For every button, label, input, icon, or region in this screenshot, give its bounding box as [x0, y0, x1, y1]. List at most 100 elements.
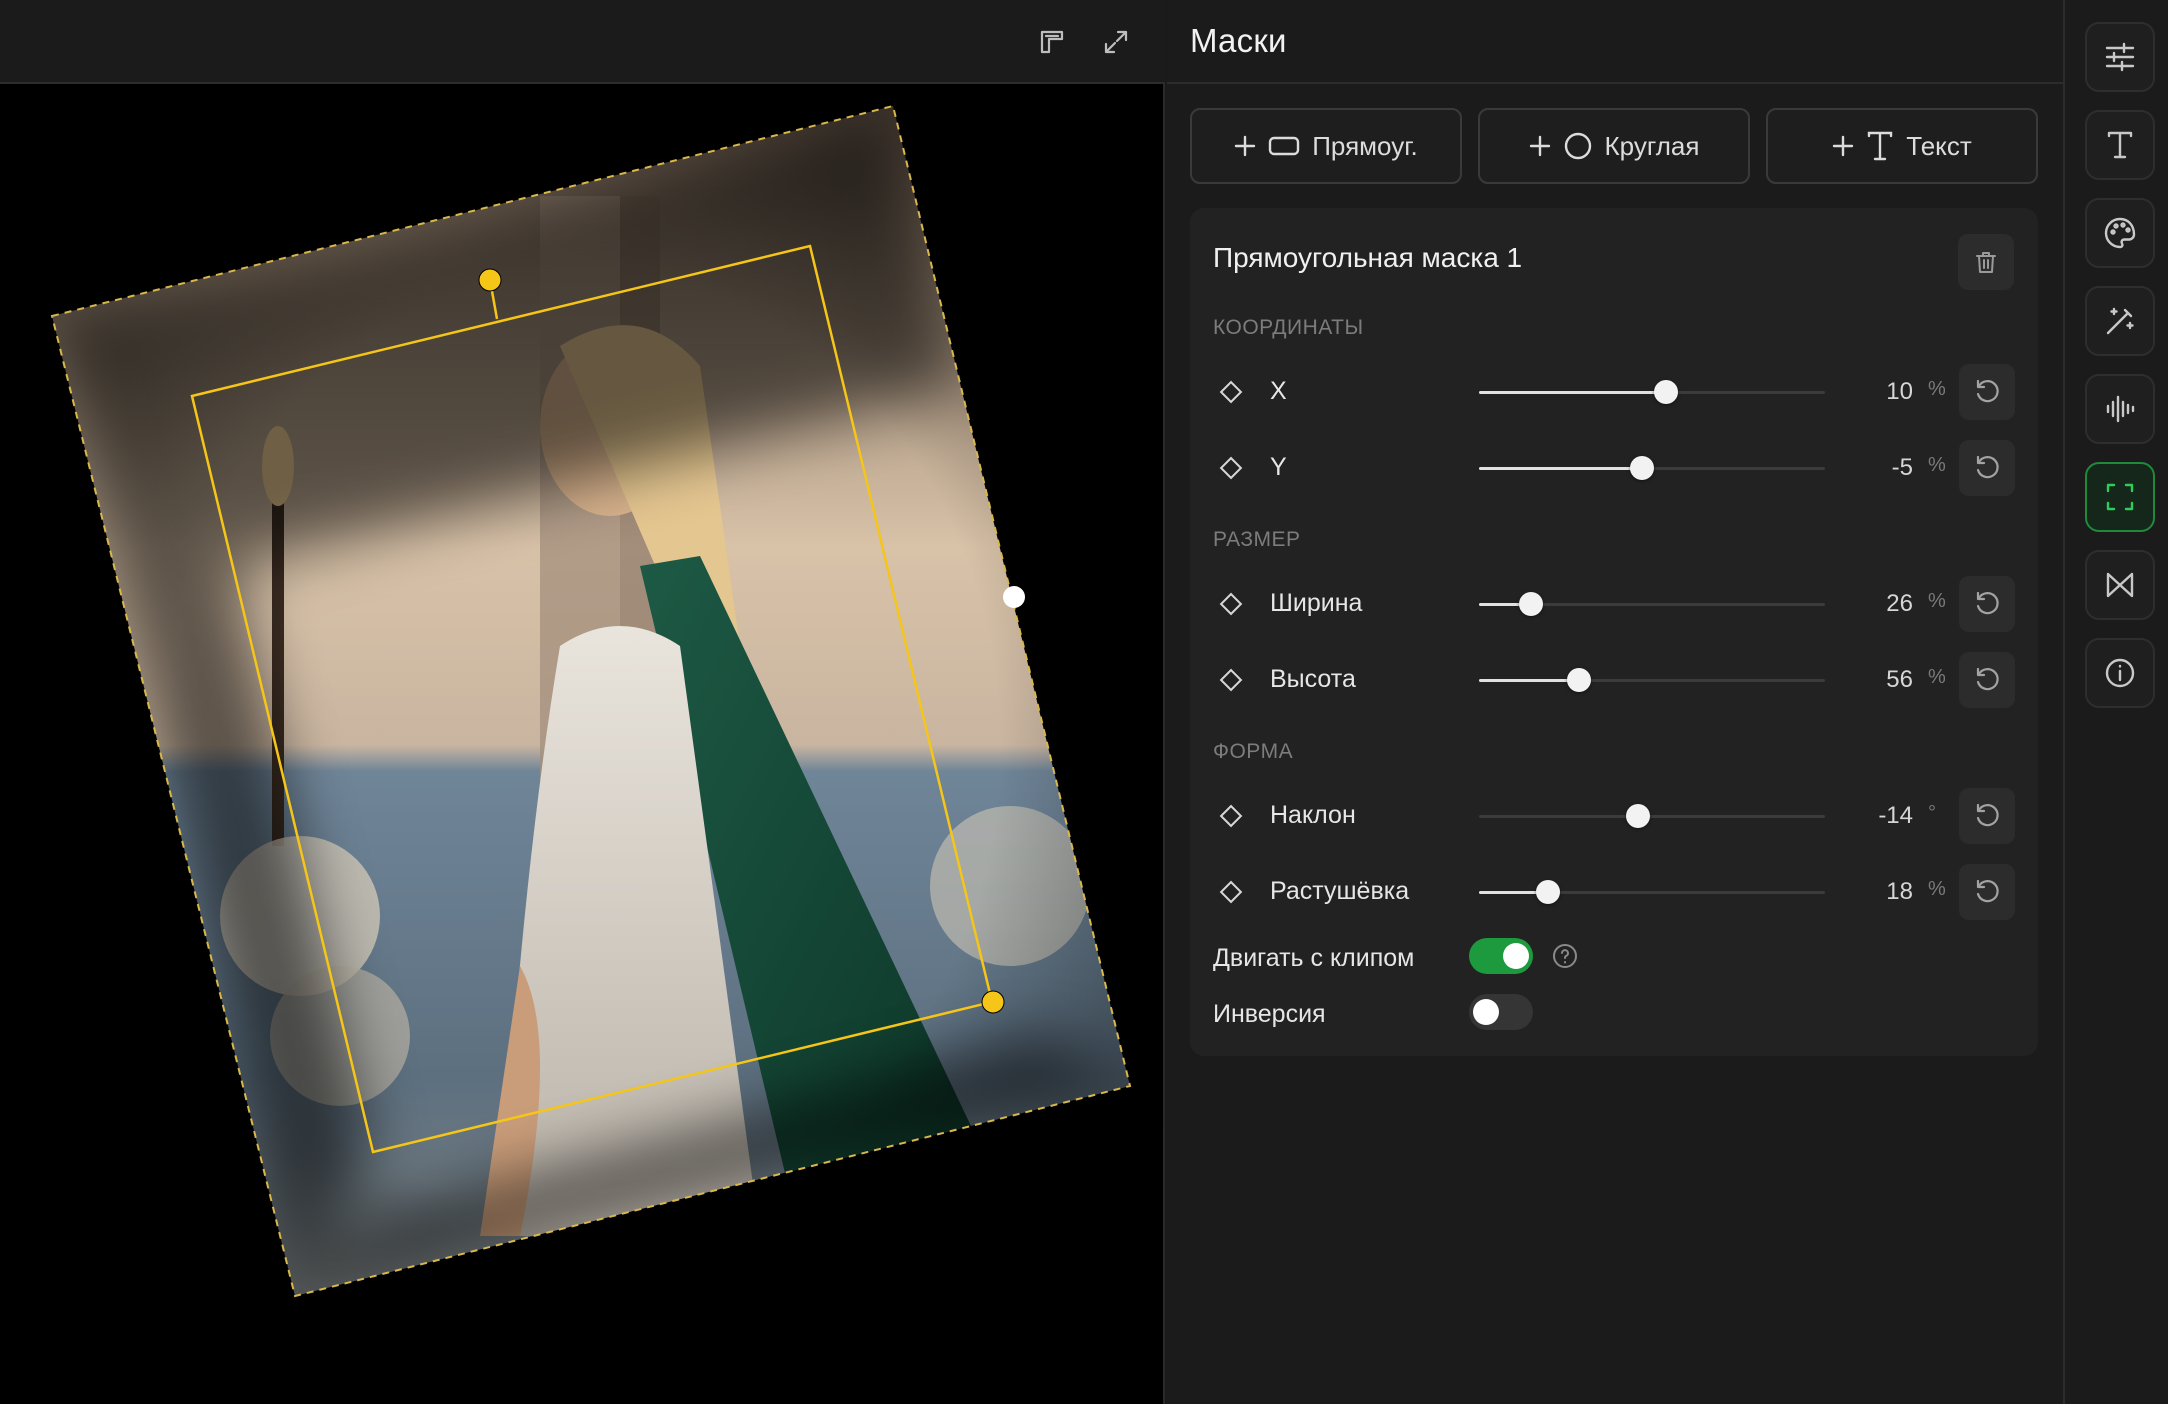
info-icon	[2105, 658, 2135, 688]
panel-title: Маски	[1190, 22, 1287, 59]
param-height-value[interactable]: 56	[1886, 666, 1913, 694]
text-tool-icon	[2107, 131, 2133, 159]
x-slider-thumb[interactable]	[1653, 380, 1678, 404]
preview-area	[0, 0, 1165, 1404]
text-tool-button[interactable]	[2085, 110, 2155, 180]
param-width-value[interactable]: 26	[1886, 590, 1913, 618]
param-feather-label: Растушёвка	[1270, 877, 1410, 905]
param-y-value[interactable]: -5	[1892, 454, 1913, 482]
keyframe-tilt-button[interactable]	[1219, 804, 1243, 828]
width-slider-thumb[interactable]	[1518, 592, 1543, 616]
trash-icon	[1976, 252, 1996, 273]
mask-tool-button[interactable]	[2085, 462, 2155, 532]
add-circle-mask-button[interactable]: Круглая	[1478, 108, 1750, 184]
circle-icon	[1564, 132, 1591, 160]
y-slider-thumb[interactable]	[1629, 456, 1654, 480]
param-row-tilt: Наклон -14 °	[1213, 788, 2015, 844]
add-text-mask-button[interactable]: Текст	[1766, 108, 2038, 184]
keyframe-x-button[interactable]	[1219, 380, 1243, 404]
tilt-slider-thumb[interactable]	[1626, 804, 1651, 828]
param-y-label: Y	[1270, 453, 1287, 481]
x-slider[interactable]	[1479, 380, 1825, 404]
reset-icon	[1976, 455, 1999, 479]
width-slider[interactable]	[1479, 592, 1825, 616]
reset-tilt-button[interactable]	[1959, 788, 2015, 844]
rotation-handle[interactable]	[478, 268, 502, 292]
keyframe-y-button[interactable]	[1219, 456, 1243, 480]
param-feather-value[interactable]: 18	[1886, 878, 1913, 906]
preview-toolbar	[0, 0, 1165, 84]
resize-handle[interactable]	[981, 990, 1005, 1014]
section-shape: ФОРМА	[1213, 740, 1294, 763]
toggle-row-inverse: Инверсия	[1213, 994, 2013, 1034]
inverse-label: Инверсия	[1213, 1000, 1326, 1028]
param-tilt-unit: °	[1928, 802, 1936, 824]
audio-tool-button[interactable]	[2085, 374, 2155, 444]
reset-icon	[1976, 879, 1999, 903]
audio-wave-icon	[2106, 395, 2135, 423]
reset-feather-button[interactable]	[1959, 864, 2015, 920]
reset-height-button[interactable]	[1959, 652, 2015, 708]
feather-slider-thumb[interactable]	[1536, 880, 1561, 904]
reset-y-button[interactable]	[1959, 440, 2015, 496]
reset-icon	[1976, 667, 1999, 691]
transition-icon	[2106, 572, 2134, 598]
reset-icon	[1976, 379, 1999, 403]
magic-wand-icon	[2106, 307, 2134, 335]
mask-card: Прямоугольная маска 1 КООРДИНАТЫ X 10 % …	[1190, 208, 2038, 1056]
param-row-width: Ширина 26 %	[1213, 576, 2015, 632]
tool-rail	[2063, 0, 2168, 1404]
keyframe-width-button[interactable]	[1219, 592, 1243, 616]
masks-panel: Маски Прямоуг. Круглая Текст Прямоугольн…	[1167, 0, 2063, 1404]
adjustments-tool-button[interactable]	[2085, 22, 2155, 92]
param-x-unit: %	[1928, 378, 1946, 400]
param-width-unit: %	[1928, 590, 1946, 612]
move-with-clip-label: Двигать с клипом	[1213, 944, 1415, 972]
delete-mask-button[interactable]	[1958, 234, 2014, 290]
video-stage[interactable]	[0, 86, 1165, 1404]
height-slider-thumb[interactable]	[1567, 668, 1592, 692]
rectangle-icon	[1269, 136, 1300, 156]
safe-area-icon[interactable]	[1032, 22, 1072, 62]
text-icon	[1868, 131, 1893, 161]
mask-canvas[interactable]	[0, 86, 1165, 1404]
reset-x-button[interactable]	[1959, 364, 2015, 420]
tilt-slider[interactable]	[1479, 804, 1825, 828]
reset-icon	[1976, 591, 1999, 615]
toggle-row-move-with-clip: Двигать с клипом	[1213, 938, 2013, 978]
plus-icon	[1529, 135, 1550, 157]
effects-tool-button[interactable]	[2085, 286, 2155, 356]
help-icon[interactable]	[1551, 942, 1579, 970]
param-width-label: Ширина	[1270, 589, 1363, 617]
add-rectangle-mask-button[interactable]: Прямоуг.	[1190, 108, 1462, 184]
panel-header: Маски	[1167, 0, 2063, 84]
move-with-clip-toggle[interactable]	[1469, 938, 1533, 974]
keyframe-height-button[interactable]	[1219, 668, 1243, 692]
param-row-x: X 10 %	[1213, 364, 2015, 420]
fullscreen-icon[interactable]	[1096, 22, 1136, 62]
palette-icon	[2104, 217, 2136, 249]
info-tool-button[interactable]	[2085, 638, 2155, 708]
param-x-value[interactable]: 10	[1886, 378, 1913, 406]
param-height-label: Высота	[1270, 665, 1356, 693]
param-row-y: Y -5 %	[1213, 440, 2015, 496]
keyframe-feather-button[interactable]	[1219, 880, 1243, 904]
section-size: РАЗМЕР	[1213, 528, 1301, 551]
mask-frame-icon	[2106, 483, 2134, 511]
feather-slider[interactable]	[1479, 880, 1825, 904]
add-text-label: Текст	[1906, 130, 1972, 161]
mask-title: Прямоугольная маска 1	[1213, 242, 1523, 273]
param-row-feather: Растушёвка 18 %	[1213, 864, 2015, 920]
param-tilt-value[interactable]: -14	[1878, 802, 1913, 830]
transition-tool-button[interactable]	[2085, 550, 2155, 620]
feather-handle[interactable]	[1003, 586, 1025, 608]
param-row-height: Высота 56 %	[1213, 652, 2015, 708]
reset-width-button[interactable]	[1959, 576, 2015, 632]
height-slider[interactable]	[1479, 668, 1825, 692]
y-slider[interactable]	[1479, 456, 1825, 480]
plus-icon	[1833, 135, 1854, 157]
color-tool-button[interactable]	[2085, 198, 2155, 268]
inverse-toggle[interactable]	[1469, 994, 1533, 1030]
param-feather-unit: %	[1928, 878, 1946, 900]
reset-icon	[1976, 803, 1999, 827]
